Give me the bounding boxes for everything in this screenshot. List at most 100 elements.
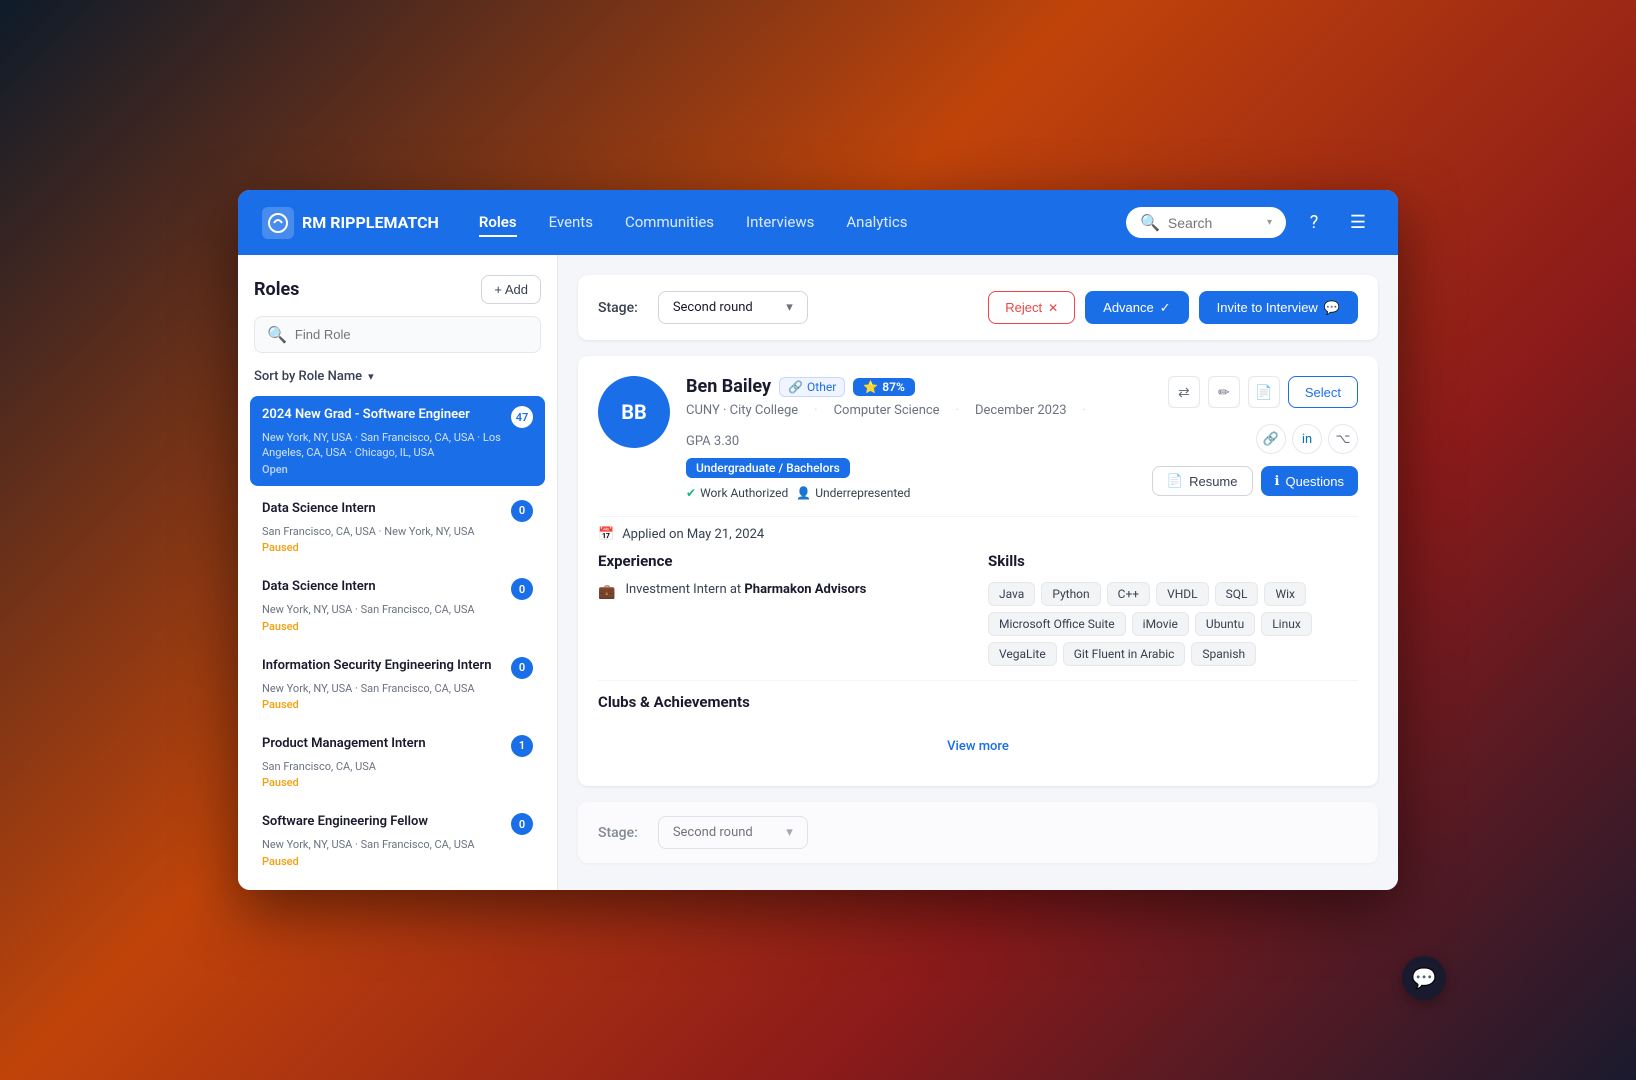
resume-button[interactable]: 📄 Resume bbox=[1152, 466, 1253, 496]
link-icons: 🔗 in ⌥ bbox=[1256, 424, 1358, 454]
nav-interviews[interactable]: Interviews bbox=[746, 209, 814, 237]
skill-ubuntu: Ubuntu bbox=[1195, 612, 1255, 636]
role-location-1: San Francisco, CA, USA · New York, NY, U… bbox=[262, 524, 533, 539]
search-input[interactable] bbox=[1168, 215, 1259, 231]
edit-button[interactable]: ✏ bbox=[1208, 376, 1240, 408]
github-icon[interactable]: ⌥ bbox=[1328, 424, 1358, 454]
tag-other-icon: 🔗 bbox=[788, 380, 803, 394]
skill-spanish: Spanish bbox=[1191, 642, 1256, 666]
add-role-button[interactable]: + Add bbox=[481, 275, 541, 304]
bottom-stage-select[interactable]: Second round ▾ bbox=[658, 816, 808, 849]
role-name-2: Data Science Intern bbox=[262, 578, 376, 596]
menu-icon[interactable]: ☰ bbox=[1342, 207, 1374, 239]
underrep-icon: 👤 bbox=[796, 486, 811, 500]
link-icon[interactable]: 🔗 bbox=[1256, 424, 1286, 454]
search-role-icon: 🔍 bbox=[267, 325, 287, 344]
role-badge-2: 0 bbox=[511, 578, 533, 600]
invite-chat-icon: 💬 bbox=[1324, 300, 1340, 316]
candidate-top: BB Ben Bailey 🔗 Other ⭐ 87% bbox=[598, 376, 1358, 500]
experience-item-0: 💼 Investment Intern at Pharmakon Advisor… bbox=[598, 582, 968, 600]
advance-button[interactable]: Advance ✓ bbox=[1085, 291, 1189, 324]
tag-other: 🔗 Other bbox=[779, 377, 845, 397]
work-auth-check-icon: ✔ bbox=[686, 486, 696, 500]
exp-briefcase-icon: 💼 bbox=[598, 584, 615, 600]
bottom-stage-chevron-icon: ▾ bbox=[786, 825, 793, 840]
role-item-2[interactable]: Data Science Intern 0 New York, NY, USA … bbox=[250, 568, 545, 642]
skill-imovie: iMovie bbox=[1132, 612, 1189, 636]
search-role-box[interactable]: 🔍 bbox=[254, 316, 541, 353]
work-auth-text: Work Authorized bbox=[700, 486, 788, 500]
role-item-3[interactable]: Information Security Engineering Intern … bbox=[250, 647, 545, 721]
role-badge-3: 0 bbox=[511, 657, 533, 679]
main-nav: Roles Events Communities Interviews Anal… bbox=[479, 209, 1086, 237]
view-more-link[interactable]: View more bbox=[947, 739, 1009, 754]
right-panel: Stage: Second round ▾ Reject ✕ Advance ✓ bbox=[558, 255, 1398, 890]
resume-questions-row: 📄 Resume ℹ Questions bbox=[1152, 466, 1358, 496]
role-badge-4: 1 bbox=[511, 735, 533, 757]
edu-badge: Undergraduate / Bachelors bbox=[686, 458, 850, 478]
nav-analytics[interactable]: Analytics bbox=[846, 209, 907, 237]
select-button[interactable]: Select bbox=[1288, 376, 1358, 408]
role-location-5: New York, NY, USA · San Francisco, CA, U… bbox=[262, 837, 533, 852]
help-icon[interactable]: ? bbox=[1298, 207, 1330, 239]
role-item-5[interactable]: Software Engineering Fellow 0 New York, … bbox=[250, 803, 545, 877]
sidebar: Roles + Add 🔍 Sort by Role Name ▾ 2024 N… bbox=[238, 255, 558, 890]
view-more[interactable]: View more bbox=[598, 723, 1358, 766]
role-location-2: New York, NY, USA · San Francisco, CA, U… bbox=[262, 602, 533, 617]
skill-vegalite: VegaLite bbox=[988, 642, 1057, 666]
role-badge-1: 0 bbox=[511, 500, 533, 522]
role-location-0: New York, NY, USA · San Francisco, CA, U… bbox=[262, 430, 533, 461]
candidate-major: Computer Science bbox=[834, 403, 940, 418]
chat-button[interactable]: 💬 bbox=[1402, 956, 1446, 1000]
role-status-2: Paused bbox=[262, 620, 533, 633]
skills-title: Skills bbox=[988, 552, 1358, 570]
sidebar-title: Roles bbox=[254, 279, 299, 300]
role-item-1[interactable]: Data Science Intern 0 San Francisco, CA,… bbox=[250, 490, 545, 564]
nav-communities[interactable]: Communities bbox=[625, 209, 714, 237]
reject-button[interactable]: Reject ✕ bbox=[988, 291, 1075, 324]
skill-vhdl: VHDL bbox=[1156, 582, 1209, 606]
linkedin-icon[interactable]: in bbox=[1292, 424, 1322, 454]
search-box[interactable]: 🔍 ▾ bbox=[1126, 207, 1286, 238]
logo-icon bbox=[262, 207, 294, 239]
nav-events[interactable]: Events bbox=[549, 209, 593, 237]
skill-git-arabic: Git Fluent in Arabic bbox=[1063, 642, 1186, 666]
shuffle-button[interactable]: ⇄ bbox=[1168, 376, 1200, 408]
search-dropdown-icon: ▾ bbox=[1267, 217, 1272, 228]
skills-list: Java Python C++ VHDL SQL Wix Microsoft O… bbox=[988, 582, 1358, 666]
experience-section: Experience 💼 Investment Intern at Pharma… bbox=[598, 552, 968, 666]
candidate-card: BB Ben Bailey 🔗 Other ⭐ 87% bbox=[578, 356, 1378, 786]
role-name-5: Software Engineering Fellow bbox=[262, 813, 428, 831]
advance-check-icon: ✓ bbox=[1160, 300, 1171, 316]
bottom-stage-label: Stage: bbox=[598, 825, 638, 841]
candidate-grad-date: December 2023 bbox=[975, 403, 1067, 418]
skill-linux: Linux bbox=[1261, 612, 1312, 636]
role-item-0[interactable]: 2024 New Grad - Software Engineer 47 New… bbox=[250, 396, 545, 486]
reject-label: Reject bbox=[1005, 300, 1042, 315]
skill-cpp: C++ bbox=[1107, 582, 1150, 606]
questions-button[interactable]: ℹ Questions bbox=[1261, 466, 1359, 496]
nav-roles[interactable]: Roles bbox=[479, 209, 517, 237]
search-icon: 🔍 bbox=[1140, 213, 1160, 232]
sort-bar[interactable]: Sort by Role Name ▾ bbox=[238, 365, 557, 392]
invite-to-interview-button[interactable]: Invite to Interview 💬 bbox=[1199, 291, 1358, 324]
main-content: Roles + Add 🔍 Sort by Role Name ▾ 2024 N… bbox=[238, 255, 1398, 890]
sections-row: Experience 💼 Investment Intern at Pharma… bbox=[598, 552, 1358, 666]
stage-bar-top: Stage: Second round ▾ Reject ✕ Advance ✓ bbox=[578, 275, 1378, 340]
skill-java: Java bbox=[988, 582, 1035, 606]
stage-chevron-icon: ▾ bbox=[786, 300, 793, 315]
stage-label: Stage: bbox=[598, 300, 638, 316]
match-star-icon: ⭐ bbox=[863, 380, 878, 394]
role-item-4[interactable]: Product Management Intern 1 San Francisc… bbox=[250, 725, 545, 799]
skill-wix: Wix bbox=[1264, 582, 1306, 606]
app-header: RM RIPPLEMATCH Roles Events Communities … bbox=[238, 190, 1398, 255]
stage-select[interactable]: Second round ▾ bbox=[658, 291, 808, 324]
applied-date: 📅 Applied on May 21, 2024 bbox=[598, 516, 1358, 552]
avatar: BB bbox=[598, 376, 670, 448]
find-role-input[interactable] bbox=[295, 327, 528, 342]
document-button[interactable]: 📄 bbox=[1248, 376, 1280, 408]
candidate-tags: ✔ Work Authorized 👤 Underrepresented bbox=[686, 486, 1136, 500]
candidate-name: Ben Bailey bbox=[686, 376, 771, 397]
header-actions: 🔍 ▾ ? ☰ bbox=[1126, 207, 1374, 239]
experience-title: Experience bbox=[598, 552, 968, 570]
